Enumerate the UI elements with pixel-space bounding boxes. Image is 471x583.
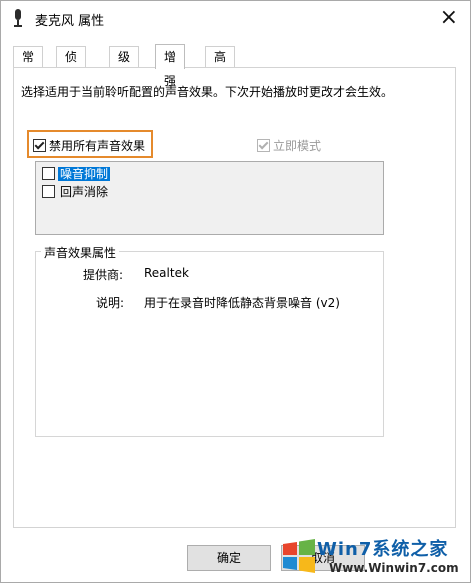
window-title: 麦克风 属性: [35, 14, 105, 29]
provider-value: Realtek: [144, 266, 189, 280]
list-item-noise-suppression[interactable]: 噪音抑制: [42, 165, 111, 181]
windows-logo-icon: [283, 539, 315, 573]
checkbox-icon: [257, 139, 270, 152]
ok-button[interactable]: 确定: [187, 545, 271, 571]
checkbox-icon[interactable]: [42, 185, 55, 198]
immediate-mode-checkbox: 立即模式: [257, 137, 321, 154]
checkbox-icon[interactable]: [33, 139, 46, 152]
microphone-icon: [14, 9, 22, 27]
effect-label: 噪音抑制: [58, 166, 111, 181]
tab-enhancements[interactable]: 增强: [155, 44, 186, 88]
tab-general[interactable]: 常规: [13, 46, 44, 85]
disable-all-label: 禁用所有声音效果: [49, 139, 146, 153]
effects-list[interactable]: 噪音抑制 回声消除: [35, 161, 384, 235]
description-value: 用于在录音时降低静态背景噪音 (v2): [144, 296, 340, 310]
watermark-brand: Win7系统之家: [317, 539, 449, 560]
close-icon[interactable]: ×: [440, 5, 458, 30]
checkbox-icon[interactable]: [42, 167, 55, 180]
title-bar: 麦克风 属性 ×: [1, 1, 470, 35]
tab-listen[interactable]: 侦听: [56, 46, 87, 85]
immediate-mode-label: 立即模式: [273, 139, 322, 153]
disable-all-effects-checkbox[interactable]: 禁用所有声音效果: [33, 137, 145, 154]
site-watermark: Win7系统之家 Www.Winwin7.com: [277, 534, 467, 580]
list-item-echo-cancellation[interactable]: 回声消除: [42, 183, 110, 199]
watermark-url: Www.Winwin7.com: [329, 561, 459, 575]
tab-advanced[interactable]: 高级: [205, 46, 236, 85]
enhancements-description: 选择适用于当前聆听配置的声音效果。下次开始播放时更改才会生效。: [21, 85, 394, 99]
group-title: 声音效果属性: [41, 244, 120, 261]
properties-dialog: 麦克风 属性 × 常规 侦听 级别 增强 高级 选择适用于当前聆听配置的声音效果…: [0, 0, 471, 583]
description-label: 说明:: [96, 296, 125, 310]
tab-levels[interactable]: 级别: [109, 46, 140, 85]
effect-label: 回声消除: [60, 184, 109, 199]
provider-label: 提供商:: [83, 268, 124, 282]
